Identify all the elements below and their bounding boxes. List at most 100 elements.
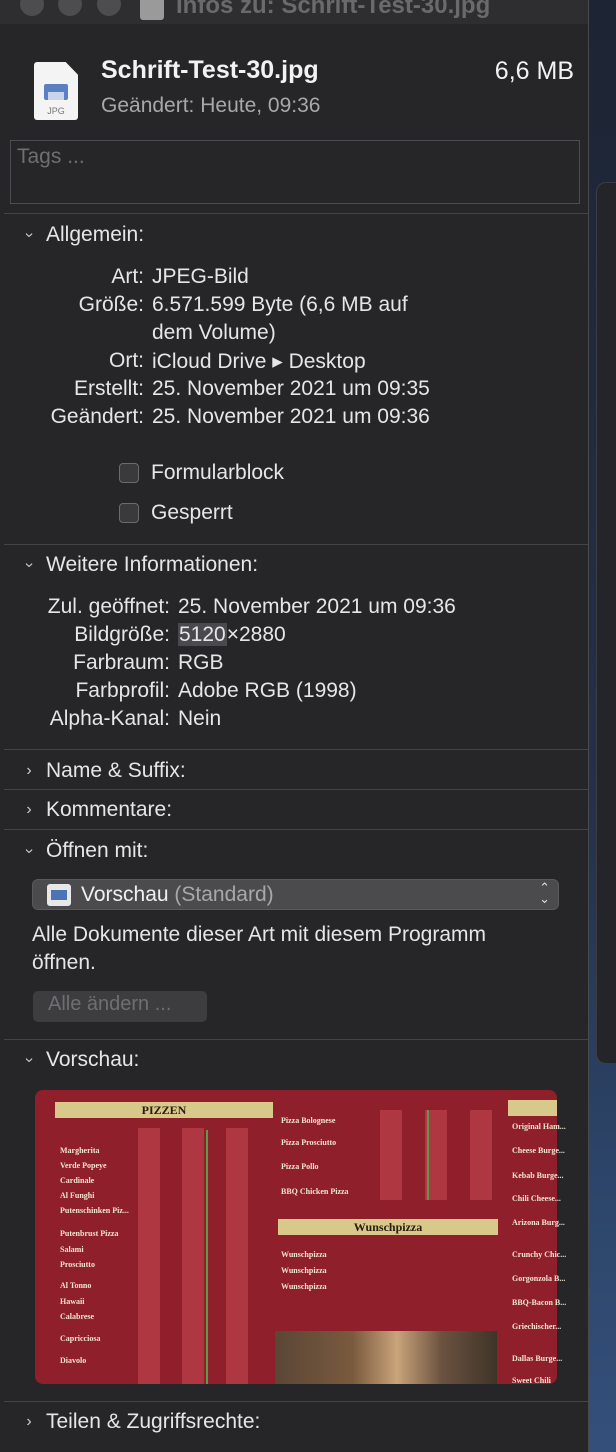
section-open-with-toggle[interactable]: › Öffnen mit:: [20, 839, 148, 863]
preview-divider-line: [427, 1110, 429, 1200]
info-row-kind: Art: JPEG-Bild: [0, 265, 588, 291]
info-row-last-opened: Zul. geöffnet: 25. November 2021 um 09:3…: [0, 595, 588, 621]
alpha-value: Nein: [178, 707, 222, 730]
section-name-ext-label: Name & Suffix:: [46, 759, 186, 782]
divider: [4, 829, 588, 830]
app-default-suffix: (Standard): [174, 883, 274, 906]
chevron-down-icon: ›: [21, 562, 38, 568]
locked-checkbox[interactable]: [119, 503, 139, 523]
preview-menu-item: Prosciutto: [60, 1260, 95, 1269]
preview-menu-item: Wunschpizza: [281, 1282, 327, 1291]
section-comments-label: Kommentare:: [46, 798, 173, 821]
preview-menu-item: Kebab Burge...: [512, 1171, 564, 1180]
close-button[interactable]: [20, 0, 44, 16]
size-value-cont: dem Volume): [152, 321, 276, 344]
last-opened-value: 25. November 2021 um 09:36: [178, 595, 456, 618]
preview-price-column: [380, 1110, 402, 1200]
dimensions-height: ×2880: [226, 623, 286, 646]
section-sharing-label: Teilen & Zugriffsrechte:: [46, 1410, 261, 1433]
section-general-toggle[interactable]: › Allgemein:: [20, 223, 144, 247]
open-with-description: Alle Dokumente dieser Art mit diesem Pro…: [32, 923, 486, 974]
tags-field[interactable]: Tags ...: [10, 140, 580, 204]
preview-menu-item: Putenschinken Piz...: [60, 1206, 129, 1215]
window-title: Infos zu: Schrift-Test-30.jpg: [176, 0, 491, 19]
modified-value: 25. November 2021 um 09:36: [152, 405, 430, 428]
preview-menu-item: Arizona Burg...: [512, 1218, 565, 1227]
preview-app-icon: [47, 884, 71, 906]
preview-menu-item: Salami: [60, 1245, 84, 1254]
section-name-ext-toggle[interactable]: › Name & Suffix:: [20, 759, 186, 783]
preview-banner-pizzen: PIZZEN: [55, 1102, 273, 1118]
last-opened-label: Zul. geöffnet:: [47, 595, 170, 618]
preview-menu-item: Dallas Burge...: [512, 1354, 563, 1363]
preview-price-column: [182, 1128, 204, 1384]
size-label: Größe:: [78, 293, 144, 316]
preview-menu-item: Capricciosa: [60, 1334, 101, 1343]
divider: [4, 1401, 588, 1402]
preview-menu-item: Diavolo: [60, 1356, 87, 1365]
dimensions-width-selected[interactable]: 5120: [178, 623, 227, 646]
file-modified: Geändert: Heute, 09:36: [101, 94, 321, 117]
preview-menu-item: Verde Popeye: [60, 1161, 107, 1170]
preview-menu-item: Griechischer...: [512, 1322, 562, 1331]
chevron-down-icon: ›: [21, 232, 38, 238]
info-row-colorspace: Farbraum: RGB: [0, 651, 588, 677]
preview-menu-item: BBQ Chicken Pizza: [281, 1187, 349, 1196]
open-with-popup[interactable]: Vorschau (Standard) ⌃ ⌄: [32, 879, 559, 910]
jpg-file-icon: JPG: [34, 62, 78, 120]
stationery-label: Formularblock: [151, 461, 285, 484]
section-more-info-toggle[interactable]: › Weitere Informationen:: [20, 553, 258, 577]
stationery-checkbox[interactable]: [119, 463, 139, 483]
divider: [4, 789, 588, 790]
modified-label: Geändert:: [50, 405, 144, 428]
dimensions-label: Bildgröße:: [74, 623, 170, 646]
minimize-button[interactable]: [58, 0, 82, 16]
colorspace-value: RGB: [178, 651, 224, 674]
info-window: Infos zu: Schrift-Test-30.jpg JPG Schrif…: [0, 0, 589, 1452]
zoom-button[interactable]: [97, 0, 121, 16]
preview-price-column: [470, 1110, 492, 1200]
preview-menu-item: Al Tonno: [60, 1281, 92, 1290]
section-open-with-label: Öffnen mit:: [46, 839, 149, 862]
change-all-button[interactable]: Alle ändern ...: [33, 991, 207, 1022]
preview-menu-item: Gorgonzola B...: [512, 1274, 566, 1283]
size-value: 6.571.599 Byte (6,6 MB auf: [152, 293, 408, 316]
info-row-created: Erstellt: 25. November 2021 um 09:35: [0, 377, 588, 403]
divider: [4, 544, 588, 545]
preview-menu-item: BBQ-Bacon B...: [512, 1298, 567, 1307]
chevron-right-icon: ›: [26, 1413, 32, 1430]
preview-menu-item: Calabrese: [60, 1312, 95, 1321]
preview-menu-item: Wunschpizza: [281, 1250, 327, 1259]
kind-label: Art:: [111, 265, 144, 288]
info-row-where: Ort: iCloud Drive ▸ Desktop: [0, 349, 588, 375]
colorspace-label: Farbraum:: [73, 651, 170, 674]
info-row-size: Größe: 6.571.599 Byte (6,6 MB auf: [0, 293, 588, 319]
section-sharing-toggle[interactable]: › Teilen & Zugriffsrechte:: [20, 1410, 260, 1434]
open-with-app: Vorschau (Standard): [81, 883, 274, 907]
locked-label: Gesperrt: [151, 501, 233, 524]
file-name: Schrift-Test-30.jpg: [101, 56, 319, 84]
preview-menu-item: Pizza Prosciutto: [281, 1138, 337, 1147]
popup-arrows-icon: ⌃ ⌄: [539, 880, 550, 906]
dimensions-value: 5120×2880: [178, 623, 286, 647]
preview-banner-right: [508, 1100, 557, 1116]
divider: [4, 213, 588, 214]
preview-menu-item: Chili Cheese...: [512, 1194, 561, 1203]
created-value: 25. November 2021 um 09:35: [152, 377, 430, 400]
app-name: Vorschau: [81, 883, 169, 906]
chevron-right-icon: ›: [26, 762, 32, 779]
preview-menu-item: Crunchy Chic...: [512, 1250, 567, 1259]
preview-menu-item: Original Ham...: [512, 1122, 566, 1131]
preview-banner-wunschpizza: Wunschpizza: [278, 1219, 498, 1235]
section-preview-toggle[interactable]: › Vorschau:: [20, 1048, 139, 1072]
section-general-label: Allgemein:: [46, 223, 145, 246]
alpha-label: Alpha-Kanal:: [49, 707, 170, 730]
divider: [4, 749, 588, 750]
document-icon: [140, 0, 164, 20]
chevron-down-icon: ›: [21, 1057, 38, 1063]
where-value: iCloud Drive ▸ Desktop: [152, 350, 366, 373]
tags-placeholder: Tags ...: [17, 145, 85, 168]
preview-divider-line: [206, 1130, 208, 1384]
section-comments-toggle[interactable]: › Kommentare:: [20, 798, 172, 822]
title-bar: Infos zu: Schrift-Test-30.jpg: [0, 0, 588, 24]
